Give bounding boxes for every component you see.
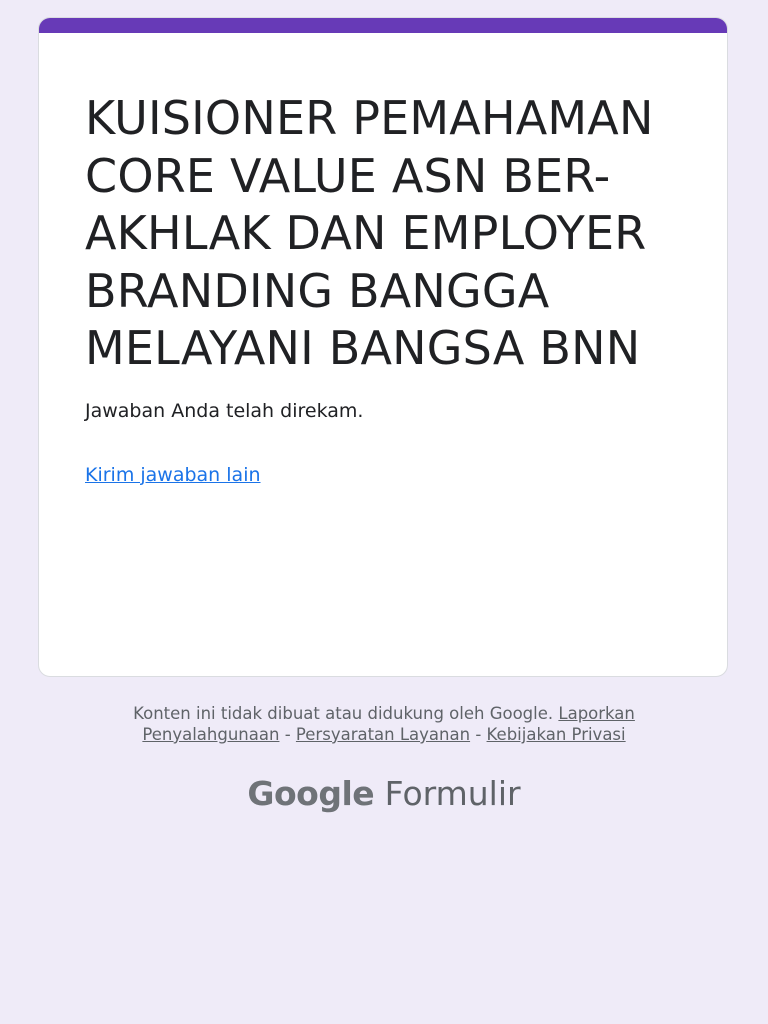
terms-of-service-link[interactable]: Persyaratan Layanan	[296, 725, 470, 744]
forms-wordmark: Formulir	[384, 774, 521, 813]
google-wordmark: Google	[247, 774, 375, 813]
footer-separator: -	[284, 725, 291, 744]
google-forms-logo[interactable]: Google Formulir	[0, 774, 768, 813]
footer: Konten ini tidak dibuat atau didukung ol…	[60, 703, 708, 745]
form-title: KUISIONER PEMAHAMAN CORE VALUE ASN BER-A…	[85, 91, 654, 375]
footer-disclaimer: Konten ini tidak dibuat atau didukung ol…	[133, 704, 554, 723]
page: KUISIONER PEMAHAMAN CORE VALUE ASN BER-A…	[0, 0, 768, 1024]
privacy-policy-link[interactable]: Kebijakan Privasi	[487, 725, 626, 744]
card-accent-bar	[39, 18, 727, 33]
confirmation-message: Jawaban Anda telah direkam.	[85, 399, 364, 422]
footer-separator: -	[475, 725, 482, 744]
submit-another-response-link[interactable]: Kirim jawaban lain	[85, 464, 261, 486]
form-card: KUISIONER PEMAHAMAN CORE VALUE ASN BER-A…	[38, 17, 728, 677]
